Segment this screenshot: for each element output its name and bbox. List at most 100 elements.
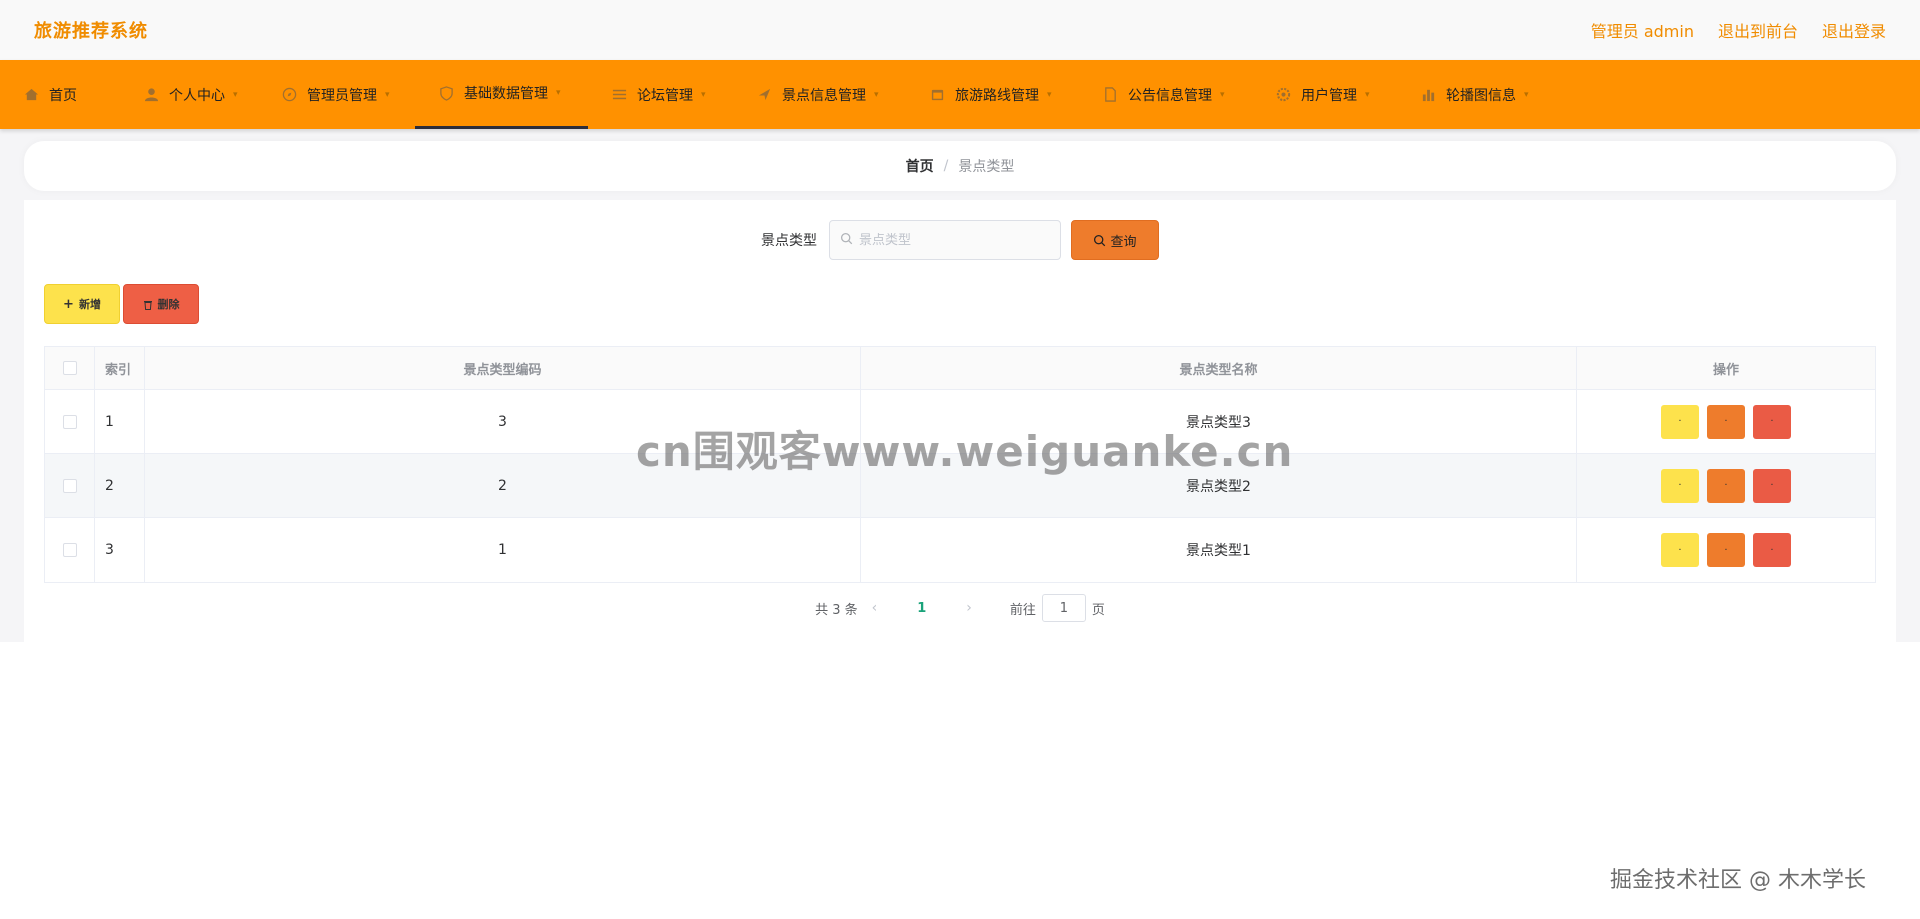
admin-user-link[interactable]: 管理员 admin — [1591, 18, 1694, 42]
row-checkbox[interactable] — [62, 478, 77, 493]
pagination: 共 3 条 ‹ 1 › 前往 页 — [24, 594, 1896, 622]
chevron-down-icon: ▾ — [233, 89, 238, 100]
search-input[interactable] — [859, 232, 1049, 248]
pin-icon — [757, 87, 772, 102]
query-button-label: 查询 — [1110, 234, 1137, 250]
nav-label: 公告信息管理 — [1128, 87, 1212, 104]
row-checkbox-cell — [45, 390, 95, 453]
trash-icon — [143, 299, 153, 310]
column-header-actions: 操作 — [1712, 362, 1739, 378]
row-delete-button[interactable]: · — [1753, 468, 1791, 503]
chevron-down-icon: ▾ — [701, 89, 706, 100]
column-header-name: 景点类型名称 — [861, 347, 1577, 389]
chevron-down-icon: ▾ — [556, 88, 561, 98]
nav-item-routes[interactable]: 旅游路线管理 ▾ — [906, 60, 1079, 129]
watermark-bottom-text: 掘金技术社区 @ 木木学长 — [1610, 868, 1866, 893]
list-icon — [612, 87, 627, 102]
view-button[interactable]: · — [1661, 468, 1699, 503]
row-delete-button[interactable]: · — [1753, 533, 1791, 567]
actions-cell: · · · — [1577, 518, 1875, 582]
chevron-right-icon[interactable]: › — [966, 600, 972, 616]
document-icon — [1103, 87, 1118, 102]
nav-item-forum[interactable]: 论坛管理 ▾ — [588, 60, 733, 129]
pagination-total: 共 3 条 — [815, 602, 858, 618]
home-icon — [24, 87, 39, 102]
column-header-code: 景点类型编码 — [145, 347, 861, 389]
breadcrumb: 首页 / 景点类型 — [24, 141, 1896, 191]
nav-item-home[interactable]: 首页 — [0, 60, 120, 129]
plus-icon: + — [63, 296, 74, 312]
search-icon — [840, 232, 853, 249]
user-icon — [144, 87, 159, 102]
row-checkbox[interactable] — [62, 414, 77, 429]
nav-label: 首页 — [49, 87, 77, 104]
compass-icon — [282, 87, 297, 102]
actions-cell: · · · — [1577, 454, 1875, 517]
query-button[interactable]: 查询 — [1071, 220, 1159, 260]
nav-item-basic-data[interactable]: 基础数据管理 ▾ — [415, 60, 588, 129]
row-delete-button[interactable]: · — [1753, 404, 1791, 439]
name-cell: 景点类型1 — [861, 518, 1577, 582]
view-button[interactable]: · — [1661, 404, 1699, 439]
search-bar: 景点类型 查询 — [24, 220, 1896, 260]
nav-label: 景点信息管理 — [782, 87, 866, 104]
select-all-cell — [45, 347, 95, 389]
nav-label: 轮播图信息 — [1446, 87, 1516, 104]
nav-item-profile[interactable]: 个人中心 ▾ — [120, 60, 258, 129]
edit-button[interactable]: · — [1707, 533, 1745, 567]
table-row: 3 1 景点类型1 · · · — [45, 518, 1875, 582]
chevron-down-icon: ▾ — [874, 89, 879, 100]
page-number-current[interactable]: 1 — [917, 601, 926, 616]
row-checkbox-cell — [45, 454, 95, 517]
shield-icon — [439, 85, 454, 101]
code-cell: 1 — [145, 518, 861, 582]
breadcrumb-separator: / — [943, 158, 949, 174]
search-field[interactable] — [829, 220, 1061, 260]
add-button-label: 新增 — [78, 298, 101, 311]
select-all-checkbox[interactable] — [62, 361, 77, 375]
edit-button[interactable]: · — [1707, 404, 1745, 439]
view-button[interactable]: · — [1661, 533, 1699, 567]
table-header: 索引 景点类型编码 景点类型名称 操作 — [45, 347, 1875, 390]
exit-to-frontend-link[interactable]: 退出到前台 — [1718, 18, 1798, 42]
row-checkbox[interactable] — [62, 543, 77, 557]
gear-icon — [1276, 87, 1291, 102]
nav-item-carousel[interactable]: 轮播图信息 ▾ — [1397, 60, 1557, 129]
action-buttons: + 新增 删除 — [44, 284, 199, 324]
search-label: 景点类型 — [761, 233, 817, 249]
calendar-icon — [930, 87, 945, 102]
chevron-down-icon: ▾ — [1220, 89, 1225, 100]
add-button[interactable]: + 新增 — [44, 284, 120, 324]
nav-label: 基础数据管理 — [464, 86, 548, 102]
chevron-down-icon: ▾ — [1365, 89, 1370, 100]
index-cell: 2 — [95, 454, 145, 517]
breadcrumb-current: 景点类型 — [958, 159, 1015, 175]
nav-item-users[interactable]: 用户管理 ▾ — [1252, 60, 1397, 129]
chart-icon — [1421, 87, 1436, 102]
page-suffix: 页 — [1091, 602, 1105, 618]
nav-label: 个人中心 — [169, 87, 225, 104]
search-icon — [1093, 234, 1106, 247]
nav-item-announcements[interactable]: 公告信息管理 ▾ — [1079, 60, 1252, 129]
index-cell: 3 — [95, 518, 145, 582]
breadcrumb-home[interactable]: 首页 — [906, 156, 934, 176]
delete-button-label: 删除 — [157, 298, 180, 311]
goto-label: 前往 — [1009, 602, 1036, 618]
row-checkbox-cell — [45, 518, 95, 582]
chevron-left-icon[interactable]: ‹ — [872, 600, 878, 616]
actions-cell: · · · — [1577, 390, 1875, 453]
nav-label: 旅游路线管理 — [955, 87, 1039, 104]
delete-button[interactable]: 删除 — [123, 284, 199, 324]
nav-item-attractions[interactable]: 景点信息管理 ▾ — [733, 60, 906, 129]
watermark-center: cn围观客www.weiguanke.cn — [636, 427, 1294, 476]
top-header: 旅游推荐系统 管理员 admin 退出到前台 退出登录 — [0, 0, 1920, 60]
goto-page-input[interactable] — [1041, 594, 1086, 622]
app-title: 旅游推荐系统 — [34, 21, 148, 42]
watermark-bottom: 掘金技术社区 @ 木木学长 — [1610, 862, 1866, 894]
chevron-down-icon: ▾ — [385, 89, 390, 100]
chevron-down-icon: ▾ — [1047, 89, 1052, 100]
nav-item-admin-management[interactable]: 管理员管理 ▾ — [258, 60, 415, 129]
logout-link[interactable]: 退出登录 — [1822, 18, 1886, 42]
edit-button[interactable]: · — [1707, 468, 1745, 503]
nav-label: 论坛管理 — [637, 87, 693, 104]
